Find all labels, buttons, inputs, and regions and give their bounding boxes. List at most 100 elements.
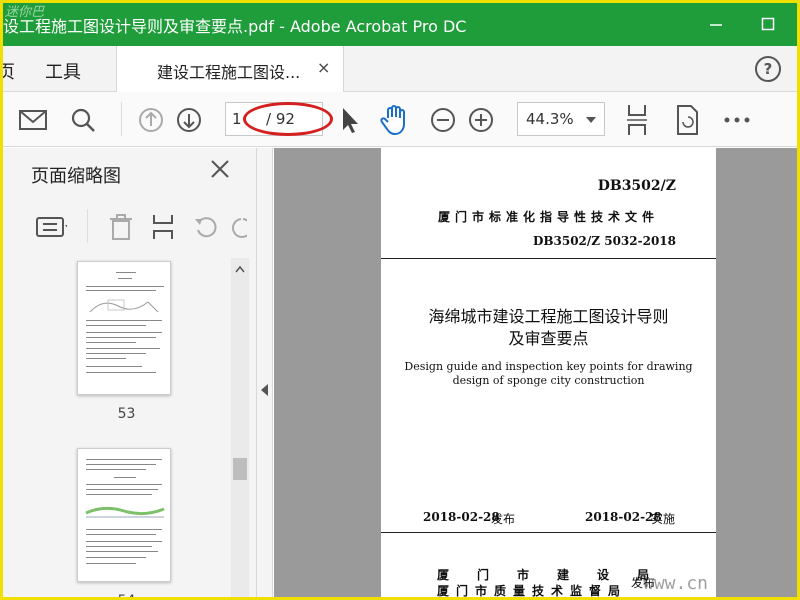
select-cursor-icon[interactable] (333, 104, 365, 136)
thumb-text-line (86, 353, 146, 354)
app-window: 设工程施工图设计导则及审查要点.pdf - Adobe Acrobat Pro … (3, 3, 797, 597)
english-title-line: design of sponge city construction (452, 374, 645, 387)
thumb-text-line (86, 557, 146, 558)
tab-tools[interactable]: 工具 (45, 58, 81, 84)
current-page[interactable]: 1 (232, 110, 242, 128)
english-title-line: Design guide and inspection key points f… (404, 360, 693, 373)
options-menu-icon[interactable] (35, 211, 67, 243)
close-icon (211, 160, 229, 178)
thumb-text-line (86, 337, 156, 338)
rotate-right-icon[interactable] (227, 211, 247, 243)
minimize-button[interactable] (703, 11, 729, 37)
close-panel-button[interactable] (209, 158, 231, 186)
thumb-text-line (86, 366, 142, 367)
insert-page-icon[interactable] (147, 211, 179, 243)
english-title: Design guide and inspection key points f… (381, 360, 716, 388)
maximize-icon (761, 17, 775, 31)
chevron-left-icon (261, 384, 268, 396)
issue-label: 发布 (491, 512, 516, 526)
next-page-icon[interactable] (173, 104, 205, 136)
zoom-value: 44.3% (526, 110, 574, 128)
zoom-in-icon[interactable] (465, 104, 497, 136)
publisher-2: 厦门市质量技术监督局 (437, 584, 628, 597)
standard-number: DB3502/Z 5032-2018 (532, 234, 676, 248)
thumbnail-scrollbar[interactable] (231, 258, 249, 597)
document-view[interactable]: DB3502/Z 厦门市标准化指导性技术文件 DB3502/Z 5032-201… (274, 148, 797, 597)
thumb-text-line (86, 459, 162, 460)
thumb-text-line (86, 325, 146, 326)
zoom-out-icon[interactable] (427, 104, 459, 136)
thumb-text-line (86, 546, 152, 547)
tab-bar: 页 工具 建设工程施工图设... × ? (3, 46, 797, 92)
rotate-view-icon[interactable] (671, 104, 703, 136)
thumb-text-line (86, 358, 126, 359)
prev-page-icon[interactable] (135, 104, 167, 136)
thumb-text-line (86, 489, 158, 490)
minimize-icon (710, 24, 722, 26)
hand-tool-icon[interactable] (379, 104, 411, 136)
panel-toolbar (3, 203, 257, 251)
panel-title: 页面缩略图 (31, 166, 121, 187)
thumb-text-line (86, 464, 156, 465)
help-button[interactable]: ? (755, 56, 781, 82)
thumb-text-line (86, 332, 162, 333)
thumbnail-page-label: 53 (117, 406, 136, 422)
pdf-page: DB3502/Z 厦门市标准化指导性技术文件 DB3502/Z 5032-201… (381, 148, 716, 597)
more-options-icon[interactable] (721, 104, 753, 136)
divider (381, 532, 716, 533)
panel-separator (87, 209, 88, 243)
thumb-text-line (86, 529, 162, 530)
thumb-text-line (118, 278, 132, 279)
thumbnail-panel: 页面缩略图 53 (3, 148, 257, 597)
toolbar: 1 / 92 44.3% (3, 92, 797, 147)
thumb-text-line (86, 372, 156, 373)
implementation-label: 实施 (651, 512, 676, 526)
email-icon[interactable] (17, 104, 49, 136)
thumb-text-line (86, 286, 164, 287)
thumb-text-line (86, 551, 158, 552)
standard-code: DB3502/Z (597, 178, 676, 194)
fit-page-icon[interactable] (621, 104, 653, 136)
title-bar: 设工程施工图设计导则及审查要点.pdf - Adobe Acrobat Pro … (3, 3, 797, 46)
thumbnail-list: 53 54 (3, 258, 238, 597)
thumb-text-line (86, 484, 162, 485)
thumbnail-page-54[interactable] (77, 448, 171, 582)
chevron-down-icon (586, 117, 596, 123)
title-line: 及审查要点 (508, 329, 589, 348)
scrollbar-thumb[interactable] (233, 458, 247, 480)
toolbar-separator (121, 102, 122, 136)
thumb-text-line (86, 534, 156, 535)
issue-date: 2018-02-28 (423, 510, 500, 524)
watermark-text: www.cn (643, 573, 709, 594)
search-icon[interactable] (67, 104, 99, 136)
document-title: 海绵城市建设工程施工图设计导则 及审查要点 (381, 306, 716, 350)
thumb-figure (89, 299, 159, 313)
thumb-text-line (86, 320, 162, 321)
tab-home[interactable]: 页 (3, 58, 15, 84)
thumbnail-page-label: 54 (9, 593, 244, 597)
tab-document[interactable]: 建设工程施工图设... × (116, 46, 344, 92)
thumbnail-page-53[interactable] (77, 261, 171, 395)
chevron-up-icon[interactable] (235, 262, 245, 276)
zoom-select[interactable]: 44.3% (517, 102, 605, 136)
divider (381, 258, 716, 259)
tab-document-label: 建设工程施工图设... (157, 63, 301, 82)
thumb-text-line (86, 494, 152, 495)
title-line: 海绵城市建设工程施工图设计导则 (428, 307, 669, 326)
maximize-button[interactable] (755, 11, 781, 37)
thumb-figure (85, 506, 165, 518)
thumb-text-line (86, 342, 136, 343)
red-highlight-ellipse (243, 102, 333, 136)
delete-icon[interactable] (105, 211, 137, 243)
thumb-text-line (116, 272, 136, 273)
thumb-text-line (86, 541, 162, 542)
thumb-text-line (86, 563, 136, 564)
window-title: 设工程施工图设计导则及审查要点.pdf - Adobe Acrobat Pro … (3, 17, 467, 36)
thumb-text-line (86, 348, 160, 349)
thumb-text-line (86, 290, 156, 291)
issuing-org: 厦门市标准化指导性技术文件 (437, 210, 659, 224)
rotate-left-icon[interactable] (189, 211, 221, 243)
close-tab-button[interactable]: × (317, 58, 330, 77)
collapse-panel-button[interactable] (257, 148, 273, 597)
watermark-logo: 迷你巴 (5, 5, 45, 20)
